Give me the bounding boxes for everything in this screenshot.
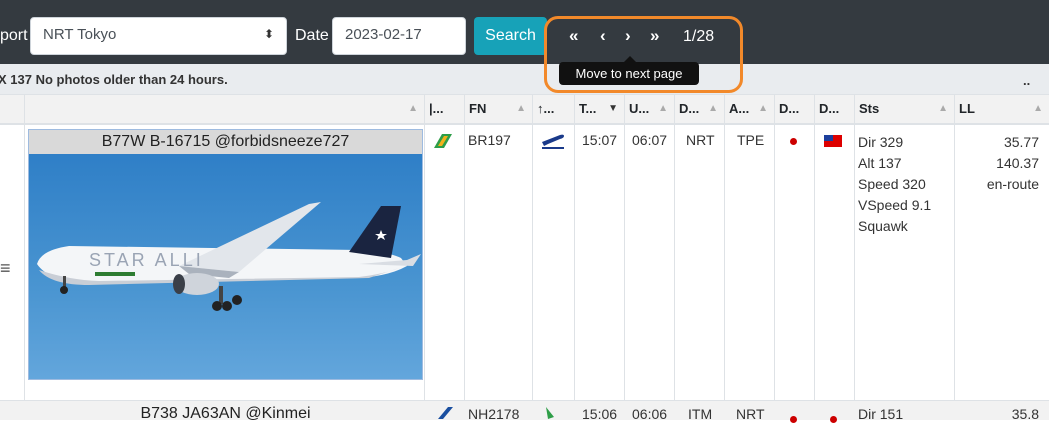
- status-list: Dir 329 Alt 137 Speed 320 VSpeed 9.1 Squ…: [858, 134, 932, 234]
- latitude: 35.77: [1003, 134, 1039, 150]
- col-airline[interactable]: |...: [424, 95, 464, 123]
- japan-flag-icon: [790, 410, 797, 426]
- sort-icon: ▲: [938, 103, 948, 114]
- longitude: 140.37: [996, 155, 1039, 171]
- col-flight[interactable]: FN ▲: [464, 95, 532, 123]
- svg-text:STAR ALLI: STAR ALLI: [89, 250, 204, 270]
- airport-label: port: [0, 27, 28, 44]
- airport-select-value: NRT Tokyo: [43, 26, 117, 43]
- lat-lon: 35.77 140.37 en-route: [958, 132, 1039, 195]
- info-message: X 137 No photos older than 24 hours.: [0, 72, 228, 87]
- sort-icon: ▲: [658, 103, 668, 114]
- photo-title: B738 JA63AN @Kinmei: [140, 405, 311, 422]
- info-bar: X 137 No photos older than 24 hours. ..: [0, 64, 1049, 95]
- sort-icon: ▲: [1033, 103, 1043, 114]
- flight-state: en-route: [986, 176, 1039, 192]
- info-dots: ..: [1023, 73, 1031, 88]
- search-button[interactable]: Search: [474, 17, 547, 55]
- select-caret-icon: ⬍: [263, 27, 274, 41]
- photo-title: B77W B-16715 @forbidsneeze727: [101, 133, 350, 150]
- sort-desc-icon: ▼: [608, 103, 618, 114]
- aircraft-photo-card[interactable]: B77W B-16715 @forbidsneeze727 STAR ALLI: [28, 129, 423, 380]
- col-arr-country[interactable]: D...: [814, 95, 854, 123]
- airline-logo-icon: [436, 406, 454, 423]
- airline-logo-icon: [432, 132, 454, 153]
- date-label: Date: [295, 27, 329, 44]
- utc-time: 06:07: [632, 132, 668, 148]
- flight-number: BR197: [468, 132, 511, 148]
- table-header: ▲ |... FN ▲ ↑... T... ▼ U... ▲ D... ▲ A... ▲ …: [0, 95, 1049, 125]
- airport-select[interactable]: NRT Tokyo ⬍: [30, 17, 287, 55]
- col-dep-country[interactable]: D...: [774, 95, 814, 123]
- departure-plane-icon: [540, 130, 566, 153]
- arrival-airport: TPE: [737, 132, 765, 148]
- sort-icon: ▲: [708, 103, 718, 114]
- aircraft-photo: STAR ALLI: [29, 154, 422, 379]
- sort-icon: ▲: [408, 103, 418, 114]
- col-time[interactable]: T... ▼: [574, 95, 624, 123]
- col-arrival[interactable]: A... ▲: [724, 95, 774, 123]
- sort-icon: ▲: [516, 103, 526, 114]
- arrival-plane-icon: [542, 405, 562, 424]
- col-direction[interactable]: ↑...: [532, 95, 574, 123]
- col-photo[interactable]: ▲: [24, 95, 424, 123]
- drag-handle-icon[interactable]: ≡: [0, 258, 11, 279]
- japan-flag-icon: [790, 132, 797, 148]
- date-field[interactable]: 2023-02-17: [332, 17, 466, 55]
- sort-icon: ▲: [758, 103, 768, 114]
- col-departure[interactable]: D... ▲: [674, 95, 724, 123]
- col-status[interactable]: Sts ▲: [854, 95, 954, 123]
- japan-flag-icon: [830, 410, 837, 426]
- col-utc[interactable]: U... ▲: [624, 95, 674, 123]
- col-handle: [0, 95, 24, 123]
- taiwan-flag-icon: [824, 134, 842, 150]
- local-time: 15:07: [582, 132, 618, 148]
- highlight-annotation: [544, 16, 743, 93]
- toolbar: port NRT Tokyo ⬍ Date 2023-02-17 Search …: [0, 0, 1049, 64]
- col-latlon[interactable]: LL ▲: [954, 95, 1049, 123]
- departure-airport: NRT: [686, 132, 715, 148]
